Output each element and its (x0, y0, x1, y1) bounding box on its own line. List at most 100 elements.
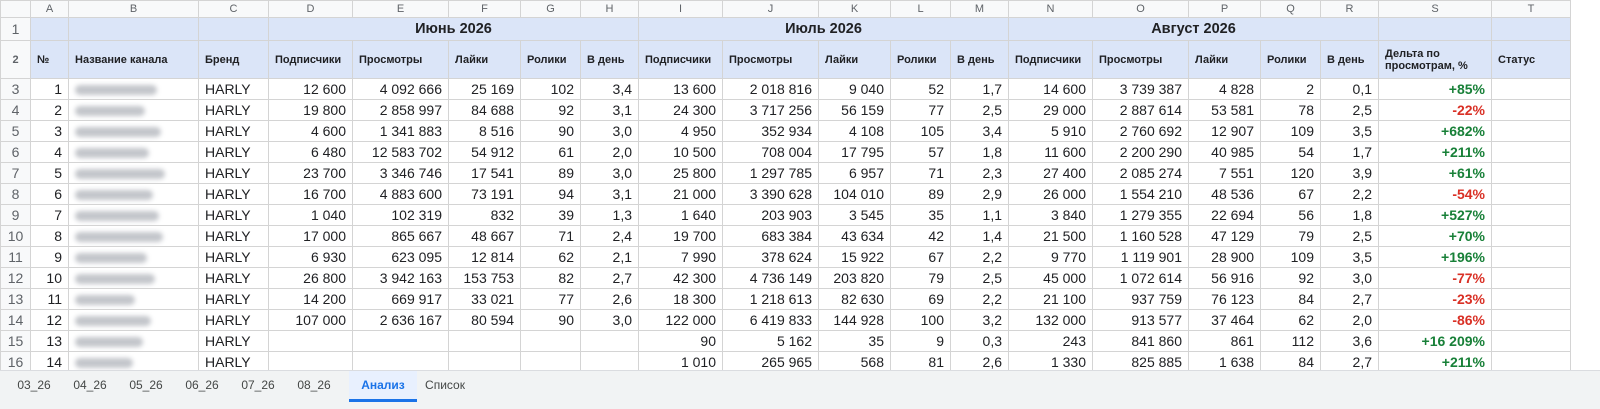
cell-delta[interactable]: -54% (1378, 183, 1492, 205)
cell-number[interactable]: 7 (30, 204, 69, 226)
row-number[interactable]: 7 (0, 162, 31, 184)
cell-aug-per-day[interactable]: 2,7 (1320, 288, 1379, 310)
cell-jul-likes[interactable]: 203 820 (818, 267, 891, 289)
cell-delta[interactable]: +16 209% (1378, 330, 1492, 352)
cell-jul-per-day[interactable]: 3,4 (950, 120, 1009, 142)
header-august-per-day[interactable]: В день (1320, 40, 1379, 79)
cell-status[interactable] (1491, 204, 1571, 226)
cell-jun-likes[interactable]: 25 169 (448, 78, 521, 100)
cell-jul-views[interactable]: 708 004 (722, 141, 819, 163)
cell-jun-videos[interactable]: 62 (520, 246, 581, 268)
cell-channel-name[interactable] (68, 246, 199, 268)
cell-jul-per-day[interactable]: 3,2 (950, 309, 1009, 331)
header-august-views[interactable]: Просмотры (1092, 40, 1189, 79)
row-number[interactable]: 11 (0, 246, 31, 268)
cell-jul-per-day[interactable]: 1,4 (950, 225, 1009, 247)
cell-number[interactable]: 2 (30, 99, 69, 121)
cell-status[interactable] (1491, 162, 1571, 184)
cell-number[interactable]: 6 (30, 183, 69, 205)
cell-channel-name[interactable] (68, 183, 199, 205)
cell-jun-subscribers[interactable]: 17 000 (268, 225, 353, 247)
sheet-tab[interactable]: 06_26 (172, 371, 232, 407)
cell-aug-likes[interactable]: 48 536 (1188, 183, 1261, 205)
cell-delta[interactable]: -22% (1378, 99, 1492, 121)
column-letter-header[interactable]: G (520, 0, 581, 18)
cell-aug-videos[interactable]: 78 (1260, 99, 1321, 121)
cell-aug-views[interactable]: 3 739 387 (1092, 78, 1189, 100)
header-july-views[interactable]: Просмотры (722, 40, 819, 79)
cell-aug-views[interactable]: 1 160 528 (1092, 225, 1189, 247)
column-letter-header[interactable]: D (268, 0, 353, 18)
cell-jun-views[interactable]: 3 346 746 (352, 162, 449, 184)
cell-jun-videos[interactable]: 61 (520, 141, 581, 163)
column-letter-header[interactable]: N (1008, 0, 1093, 18)
column-letter-header[interactable]: P (1188, 0, 1261, 18)
cell-jun-views[interactable]: 1 341 883 (352, 120, 449, 142)
cell-jun-views[interactable]: 2 858 997 (352, 99, 449, 121)
month-july-header[interactable]: Июль 2026 (638, 17, 1009, 41)
sheet-tab[interactable]: 05_26 (118, 371, 174, 407)
cell-jul-likes[interactable]: 3 545 (818, 204, 891, 226)
column-letter-header[interactable]: F (448, 0, 521, 18)
cell-channel-name[interactable] (68, 267, 199, 289)
cell-aug-subscribers[interactable]: 9 770 (1008, 246, 1093, 268)
cell-status[interactable] (1491, 288, 1571, 310)
cell-aug-views[interactable]: 841 860 (1092, 330, 1189, 352)
cell-jun-views[interactable]: 12 583 702 (352, 141, 449, 163)
column-letter-header[interactable]: K (818, 0, 891, 18)
cell-jun-videos[interactable]: 71 (520, 225, 581, 247)
cell-aug-per-day[interactable]: 3,6 (1320, 330, 1379, 352)
cell-brand[interactable]: HARLY (198, 330, 269, 352)
cell-channel-name[interactable] (68, 120, 199, 142)
cell-channel-name[interactable] (68, 288, 199, 310)
cell-aug-likes[interactable]: 12 907 (1188, 120, 1261, 142)
cell-aug-subscribers[interactable]: 21 500 (1008, 225, 1093, 247)
sheet-tab[interactable]: 04_26 (60, 371, 120, 407)
cell-jul-subscribers[interactable]: 18 300 (638, 288, 723, 310)
month-june-header[interactable]: Июнь 2026 (268, 17, 639, 41)
cell-jun-views[interactable]: 2 636 167 (352, 309, 449, 331)
cell-jul-views[interactable]: 203 903 (722, 204, 819, 226)
cell-jul-likes[interactable]: 35 (818, 330, 891, 352)
cell-aug-views[interactable]: 1 554 210 (1092, 183, 1189, 205)
cell-aug-views[interactable]: 2 200 290 (1092, 141, 1189, 163)
cell-jul-subscribers[interactable]: 21 000 (638, 183, 723, 205)
cell-jul-likes[interactable]: 6 957 (818, 162, 891, 184)
cell-jul-per-day[interactable]: 1,1 (950, 204, 1009, 226)
cell-jul-views[interactable]: 378 624 (722, 246, 819, 268)
cell-aug-videos[interactable]: 67 (1260, 183, 1321, 205)
cell-jul-likes[interactable]: 15 922 (818, 246, 891, 268)
cell-aug-videos[interactable]: 2 (1260, 78, 1321, 100)
cell-status[interactable] (1491, 141, 1571, 163)
cell-jul-subscribers[interactable]: 24 300 (638, 99, 723, 121)
cell-jun-likes[interactable]: 80 594 (448, 309, 521, 331)
cell-jun-per-day[interactable]: 3,0 (580, 162, 639, 184)
cell-status[interactable] (1491, 246, 1571, 268)
cell-jun-likes[interactable]: 54 912 (448, 141, 521, 163)
cell-status[interactable] (1491, 183, 1571, 205)
cell-jun-views[interactable] (352, 330, 449, 352)
cell-aug-views[interactable]: 2 760 692 (1092, 120, 1189, 142)
cell-jul-subscribers[interactable]: 13 600 (638, 78, 723, 100)
cell-status[interactable] (1491, 309, 1571, 331)
cell[interactable] (68, 17, 199, 41)
cell-jun-subscribers[interactable]: 16 700 (268, 183, 353, 205)
cell-jun-subscribers[interactable]: 4 600 (268, 120, 353, 142)
cell-delta[interactable]: +527% (1378, 204, 1492, 226)
column-letter-header[interactable]: J (722, 0, 819, 18)
cell-brand[interactable]: HARLY (198, 225, 269, 247)
cell-brand[interactable]: HARLY (198, 204, 269, 226)
column-letter-header[interactable]: T (1491, 0, 1571, 18)
cell-channel-name[interactable] (68, 141, 199, 163)
cell-brand[interactable]: HARLY (198, 99, 269, 121)
row-number[interactable]: 3 (0, 78, 31, 100)
cell-jul-likes[interactable]: 104 010 (818, 183, 891, 205)
column-letter-header[interactable]: B (68, 0, 199, 18)
cell-aug-videos[interactable]: 120 (1260, 162, 1321, 184)
cell-jun-videos[interactable]: 92 (520, 99, 581, 121)
cell-aug-per-day[interactable]: 2,5 (1320, 99, 1379, 121)
cell-jun-subscribers[interactable]: 12 600 (268, 78, 353, 100)
cell-number[interactable]: 9 (30, 246, 69, 268)
cell-jul-per-day[interactable]: 1,7 (950, 78, 1009, 100)
cell-jul-per-day[interactable]: 2,5 (950, 267, 1009, 289)
